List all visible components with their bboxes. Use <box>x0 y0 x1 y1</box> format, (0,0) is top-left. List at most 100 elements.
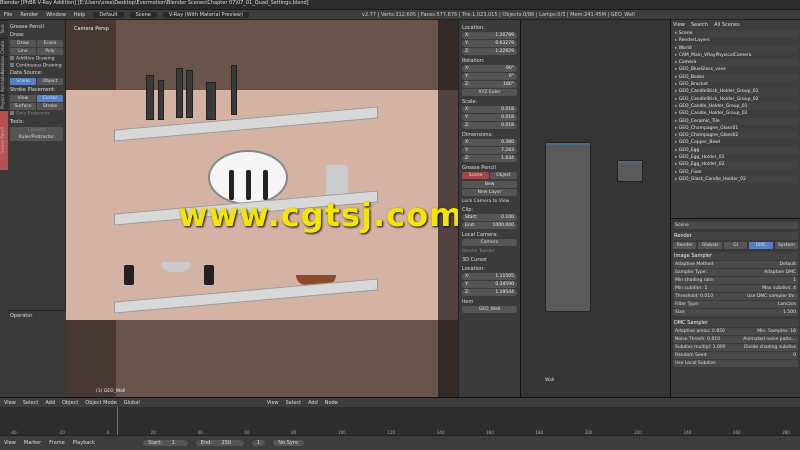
start-frame-field[interactable]: Start: 1 <box>143 440 188 446</box>
material-node[interactable] <box>545 142 591 312</box>
outliner-item[interactable]: GEO_Egg_Holder_01 <box>673 154 798 161</box>
outliner-item[interactable]: CAM_Main_VRayPhysicalCamera <box>673 52 798 59</box>
select-menu[interactable]: Select <box>23 400 38 406</box>
source-object-button[interactable]: Object <box>37 78 63 85</box>
dmc-setting-row[interactable]: Adaptive amou: 0.850 Min. Samples: 16 <box>673 328 798 335</box>
cursor-x-field[interactable]: X: 1.11505 <box>462 273 517 280</box>
cursor-z-field[interactable]: Z: 1.19544 <box>462 289 517 296</box>
outliner-item[interactable]: GEO_Copper_Bowl <box>673 139 798 146</box>
outliner-view-menu[interactable]: View <box>673 22 685 28</box>
rotation-y-field[interactable]: Y: 0° <box>462 73 517 80</box>
node-editor[interactable]: Wall <box>520 20 670 397</box>
clip-end-field[interactable]: End: 1000.000 <box>462 222 517 229</box>
scale-y-field[interactable]: Y: 0.018 <box>462 114 517 121</box>
render-section[interactable]: Render <box>673 232 798 240</box>
dmc-setting-row[interactable]: Random Seed: 0 <box>673 352 798 359</box>
object-menu[interactable]: Object <box>62 400 78 406</box>
outliner-item[interactable]: GEO_Ceramic_Tile <box>673 117 798 125</box>
outliner-item[interactable]: GEO_CandleStick_Holder_Group_01 <box>673 88 798 96</box>
tab-system[interactable]: System <box>774 242 799 249</box>
sampler-setting-row[interactable]: Threshold: 0.010 Use DMC sampler thr. <box>673 293 798 300</box>
location-z-field[interactable]: Z: 1.22929 <box>462 48 517 55</box>
location-y-field[interactable]: Y: 0.63279 <box>462 40 517 47</box>
3d-cursor-section[interactable]: 3D Cursor <box>462 257 517 263</box>
dimensions-y-field[interactable]: Y: 7.283 <box>462 147 517 154</box>
camera-select[interactable]: Camera <box>462 239 517 246</box>
outliner-item[interactable]: GEO_Champagne_Glass02 <box>673 132 798 140</box>
draw-button[interactable]: Draw <box>10 40 36 47</box>
add-menu[interactable]: Add <box>45 400 55 406</box>
additive-drawing-checkbox[interactable]: Additive Drawing <box>10 56 63 62</box>
transform-orientation[interactable]: Global <box>124 400 140 406</box>
placement-view-button[interactable]: View <box>10 95 36 102</box>
node-select-menu[interactable]: Select <box>286 400 301 406</box>
outliner-item[interactable]: Camera <box>673 59 798 67</box>
menu-file[interactable]: File <box>4 12 12 18</box>
lock-camera-checkbox[interactable]: Lock Camera to View <box>462 199 517 204</box>
erase-button[interactable]: Erase <box>37 40 63 47</box>
rotation-z-field[interactable]: Z: 180° <box>462 81 517 88</box>
sampler-setting-row[interactable]: Adaptive Method: Default <box>673 261 798 268</box>
outliner-display-select[interactable]: All Scenes <box>714 22 740 28</box>
gp-new-button[interactable]: New <box>462 181 517 188</box>
dimensions-z-field[interactable]: Z: 1.034 <box>462 155 517 162</box>
timeline-view-menu[interactable]: View <box>4 440 16 446</box>
placement-surface-button[interactable]: Surface <box>10 103 36 110</box>
gp-object-button[interactable]: Object <box>490 172 517 179</box>
image-sampler-section[interactable]: Image Sampler <box>673 252 798 260</box>
timeline-playback-menu[interactable]: Playback <box>73 440 95 446</box>
outliner-item[interactable]: Scene <box>673 30 798 38</box>
outliner-item[interactable]: GEO_Egg_Holder_02 <box>673 161 798 169</box>
outliner-item[interactable]: World <box>673 44 798 52</box>
scene-selector[interactable]: Scene <box>129 11 157 18</box>
menu-render[interactable]: Render <box>20 12 38 18</box>
poly-button[interactable]: Poly <box>37 48 63 55</box>
sampler-setting-row[interactable]: Min subdivs: 1 Max subdivs: 4 <box>673 285 798 292</box>
sampler-setting-row[interactable]: Size: 1.500 <box>673 309 798 316</box>
scale-x-field[interactable]: X: 0.018 <box>462 106 517 113</box>
tab-render[interactable]: Render <box>673 242 697 249</box>
outliner-item[interactable]: GEO_Books <box>673 73 798 82</box>
sampler-setting-row[interactable]: Sampler Type: Adaptive DMC <box>673 269 798 276</box>
menu-window[interactable]: Window <box>46 12 66 18</box>
outliner-item[interactable]: GEO_Candle_Holder_Group_01 <box>673 102 798 111</box>
sync-select[interactable]: No Sync <box>273 440 304 446</box>
dmc-setting-row[interactable]: Subdivs multipl: 1.000 Divide shading sub… <box>673 344 798 351</box>
dimensions-x-field[interactable]: X: 0.380 <box>462 139 517 146</box>
sampler-setting-row[interactable]: Min shading rate: 1 <box>673 277 798 284</box>
clip-start-field[interactable]: Start: 0.100 <box>462 214 517 221</box>
cursor-y-field[interactable]: Y: 0.34590 <box>462 281 517 288</box>
tab-grease-pencil[interactable]: Grease Pencil <box>0 110 8 170</box>
tab-dmc[interactable]: DMC <box>749 242 773 249</box>
ruler-button[interactable]: Ruler/Protractor <box>10 133 63 141</box>
scene-field[interactable]: Scene <box>673 222 798 229</box>
tab-physics[interactable]: Physics <box>0 92 8 110</box>
layout-selector[interactable]: Default <box>93 11 124 18</box>
node-view-menu[interactable]: View <box>267 400 279 406</box>
only-endpoints-checkbox[interactable]: Only Endpoints <box>10 111 63 117</box>
tab-create[interactable]: Create <box>0 38 8 56</box>
tab-tools[interactable]: Tools <box>0 20 8 38</box>
current-frame-field[interactable]: 1 <box>252 440 266 446</box>
location-x-field[interactable]: X: 1.20799 <box>462 32 517 39</box>
outliner-item[interactable]: GEO_BlueGlass_vase <box>673 66 798 73</box>
dmc-setting-row[interactable]: Use Local Subdivs <box>673 360 798 367</box>
outliner-item[interactable]: GEO_Egg <box>673 146 798 155</box>
item-section[interactable]: Item <box>462 299 517 305</box>
end-frame-field[interactable]: End: 250 <box>195 440 245 446</box>
3d-viewport[interactable]: Camera Persp (1) GEO_Wall www.cgtsj.com <box>66 20 458 397</box>
placement-stroke-button[interactable]: Stroke <box>37 103 63 110</box>
rotation-x-field[interactable]: X: 90° <box>462 65 517 72</box>
rotation-mode-select[interactable]: XYZ Euler <box>462 89 517 96</box>
tab-globals[interactable]: Globals <box>698 242 722 249</box>
outliner-item[interactable]: RenderLayers <box>673 37 798 44</box>
placement-cursor-button[interactable]: Cursor <box>37 95 63 102</box>
timeline-frame-menu[interactable]: Frame <box>49 440 65 446</box>
outliner-item[interactable]: GEO_Candle_Holder_Group_02 <box>673 110 798 117</box>
item-name-field[interactable]: GEO_Wall <box>462 306 517 313</box>
tab-gi[interactable]: GI <box>723 242 748 249</box>
menu-help[interactable]: Help <box>74 12 85 18</box>
dmc-sampler-section[interactable]: DMC Sampler <box>673 319 798 327</box>
scale-z-field[interactable]: Z: 0.018 <box>462 122 517 129</box>
outliner-item[interactable]: GEO_Floor <box>673 169 798 176</box>
